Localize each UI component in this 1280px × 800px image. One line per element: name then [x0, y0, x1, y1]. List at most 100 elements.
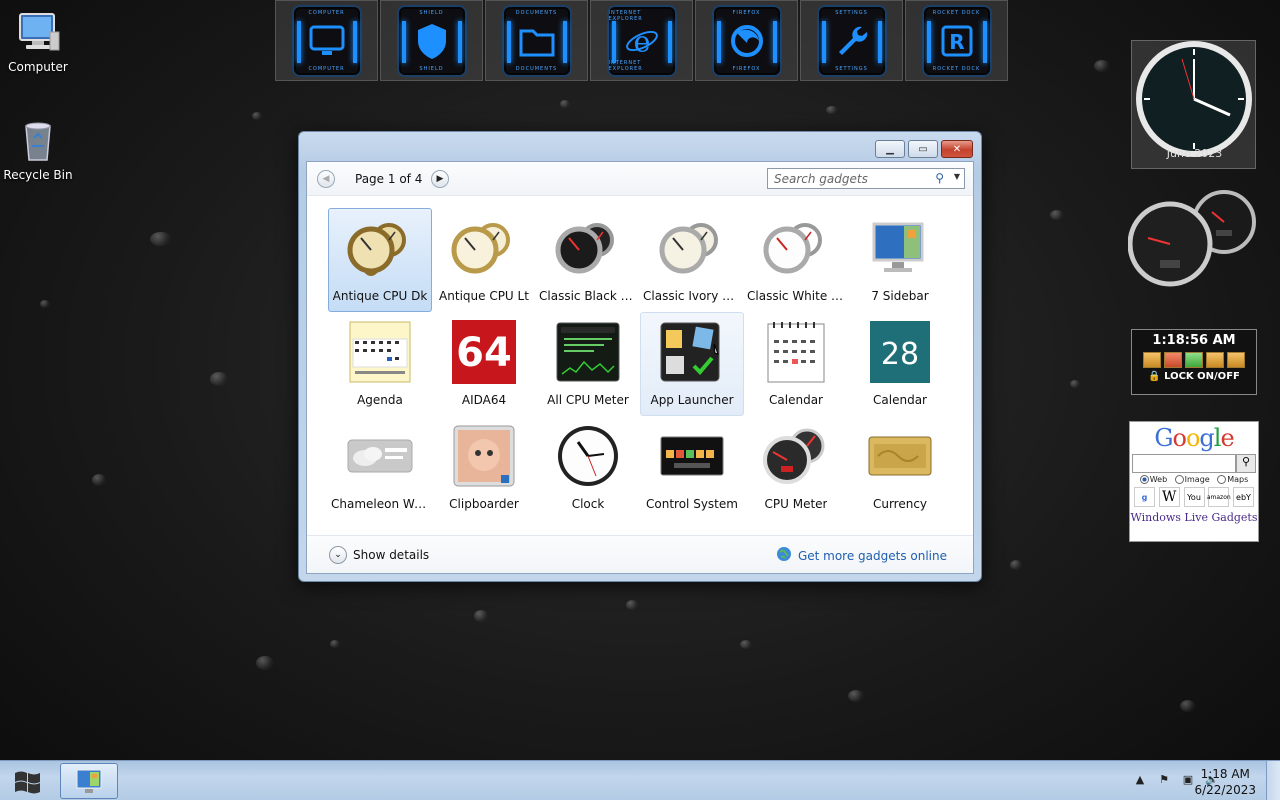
ivory-gauge-icon [659, 215, 725, 281]
gadget-tile[interactable]: Currency [848, 416, 952, 520]
next-page-button[interactable]: ▶ [431, 170, 449, 188]
calendar-date-icon: 28 [867, 319, 933, 385]
google-quick-links: g W You amazon ebY [1134, 487, 1254, 507]
gadget-tile[interactable]: App Launcher [640, 312, 744, 416]
gadget-tile[interactable]: Chameleon We... [328, 416, 432, 520]
cpu-meter-icon [763, 423, 829, 489]
weather-cloud-icon [347, 423, 413, 489]
show-details-button[interactable]: ⌄ Show details [329, 546, 429, 564]
dock-item-computer[interactable]: COMPUTER COMPUTER [275, 0, 378, 81]
close-icon: ✕ [952, 143, 962, 155]
close-button[interactable]: ✕ [941, 140, 973, 158]
gadget-tile[interactable]: Classic White C... [744, 208, 848, 312]
lock-time: 1:18:56 AM [1152, 333, 1236, 348]
taskbar-clock[interactable]: 1:18 AM 6/22/2023 [1194, 766, 1256, 798]
lock-gadget[interactable]: 1:18:56 AM 🔒 LOCK ON/OFF [1131, 329, 1257, 395]
maximize-button[interactable]: ▭ [908, 140, 938, 158]
radio-image[interactable]: Image [1174, 475, 1210, 484]
gadget-tile[interactable]: Antique CPU Lt [432, 208, 536, 312]
dock-item-rocket-dock[interactable]: ROCKET DOCK R ROCKET DOCK [905, 0, 1008, 81]
chevron-down-icon[interactable]: ▼ [954, 172, 960, 181]
dock-item-settings[interactable]: SETTINGS SETTINGS [800, 0, 903, 81]
show-details-label: Show details [353, 548, 430, 562]
cpu-gauges-icon [1127, 190, 1256, 287]
control-system-icon [659, 423, 725, 489]
chevron-up-icon[interactable]: ▲ [1132, 771, 1148, 787]
wrench-icon [838, 26, 867, 55]
dock-item-documents[interactable]: DOCUMENTS DOCUMENTS [485, 0, 588, 81]
gadget-label: Currency [872, 497, 928, 511]
monitor-icon [309, 25, 344, 55]
briefcase-icon[interactable] [1227, 352, 1245, 368]
arrow-left-icon: ◀ [322, 174, 330, 184]
dock-item-shield[interactable]: SHIELD SHIELD [380, 0, 483, 81]
dock-caption: SHIELD [419, 65, 444, 72]
google-link-icon[interactable]: g [1134, 487, 1155, 507]
gadget-label: App Launcher [650, 393, 734, 407]
amazon-link-icon[interactable]: amazon [1207, 487, 1231, 507]
wikipedia-link-icon[interactable]: W [1158, 487, 1180, 507]
cpu-meter-gadget[interactable] [1127, 188, 1258, 288]
dock-caption: INTERNET EXPLORER [608, 9, 643, 22]
gadget-tile[interactable]: 7 Sidebar [848, 208, 952, 312]
radio-web[interactable]: Web [1139, 475, 1167, 484]
gadget-tile[interactable]: 28 Calendar [848, 312, 952, 416]
dock-caption: DOCUMENTS [515, 65, 558, 72]
clock-date: June 2023 [1166, 147, 1223, 160]
dock-caption: ROCKET DOCK [932, 9, 981, 16]
gadget-tile[interactable]: Calendar [744, 312, 848, 416]
youtube-link-icon[interactable]: You [1183, 487, 1205, 507]
gadget-tile[interactable]: Agenda [328, 312, 432, 416]
lock-toggle[interactable]: 🔒 LOCK ON/OFF [1132, 371, 1256, 382]
gadget-label: Antique CPU Dk [332, 289, 428, 303]
gadget-label: Calendar [873, 393, 927, 407]
cpu-meter-screen-icon [555, 319, 621, 385]
lock-icon: 🔒 [1148, 371, 1161, 382]
gadget-label: Clock [571, 497, 605, 511]
google-search-gadget: Google ⚲ Web Image Maps g W You amazon e… [1129, 421, 1259, 542]
previous-page-button[interactable]: ◀ [317, 170, 335, 188]
dock-item-internet-explorer[interactable]: INTERNET EXPLORER e INTERNET EXPLORER [590, 0, 693, 81]
gadget-tile[interactable]: 64 AIDA64 [432, 312, 536, 416]
gadget-tile[interactable]: CPU Meter [744, 416, 848, 520]
show-desktop-button[interactable] [1266, 761, 1280, 800]
google-search-button[interactable]: ⚲ [1236, 454, 1256, 473]
gadget-tile[interactable]: Classic Ivory CPU [640, 208, 744, 312]
taskbar-item-gadgets[interactable] [60, 763, 118, 799]
desktop-icon-computer[interactable]: Computer [0, 8, 76, 74]
gadget-tile[interactable]: All CPU Meter [536, 312, 640, 416]
app-launcher-icon [659, 319, 725, 385]
desktop-icon-recycle-bin[interactable]: Recycle Bin [0, 116, 76, 182]
gadget-label: Classic White C... [747, 289, 845, 303]
google-gadget-footer[interactable]: Windows Live Gadgets [1130, 511, 1258, 524]
folder-icon[interactable] [1143, 352, 1161, 368]
gadget-tile[interactable]: Clipboarder [432, 416, 536, 520]
clock-gadget[interactable]: June 2023 [1131, 40, 1256, 169]
dock-caption: SETTINGS [835, 65, 868, 72]
radio-maps[interactable]: Maps [1217, 475, 1248, 484]
minimize-button[interactable]: ▁ [875, 140, 905, 158]
power-icon[interactable] [1164, 352, 1182, 368]
gallery-toolbar: ◀ Page 1 of 4 ▶ Search gadgets ⚲ ▼ [307, 162, 973, 196]
lock-label: LOCK ON/OFF [1164, 371, 1240, 382]
dock-caption: DOCUMENTS [515, 9, 558, 16]
gadget-label: Antique CPU Lt [439, 289, 529, 303]
get-more-gadgets-link[interactable]: Get more gadgets online [776, 546, 947, 565]
shield-icon [417, 23, 446, 59]
page-indicator: Page 1 of 4 [355, 172, 423, 186]
google-search-input[interactable] [1132, 454, 1236, 473]
ebay-link-icon[interactable]: ebY [1233, 487, 1254, 507]
gadget-tile[interactable]: Antique CPU Dk [328, 208, 432, 312]
action-center-flag-icon[interactable]: ⚑ [1156, 771, 1172, 787]
key-icon[interactable] [1206, 352, 1224, 368]
search-icon[interactable]: ⚲ [935, 171, 944, 185]
gadget-tile[interactable]: Classic Black C... [536, 208, 640, 312]
clock-time: 1:18 AM [1200, 767, 1250, 781]
gadget-label: Classic Black C... [539, 289, 637, 303]
search-input[interactable]: Search gadgets ⚲ ▼ [767, 168, 965, 189]
gadget-tile[interactable]: Clock [536, 416, 640, 520]
gear-icon[interactable] [1185, 352, 1203, 368]
dock-item-firefox[interactable]: FIREFOX FIREFOX [695, 0, 798, 81]
gadget-tile[interactable]: Control System [640, 416, 744, 520]
start-button[interactable] [8, 765, 48, 797]
